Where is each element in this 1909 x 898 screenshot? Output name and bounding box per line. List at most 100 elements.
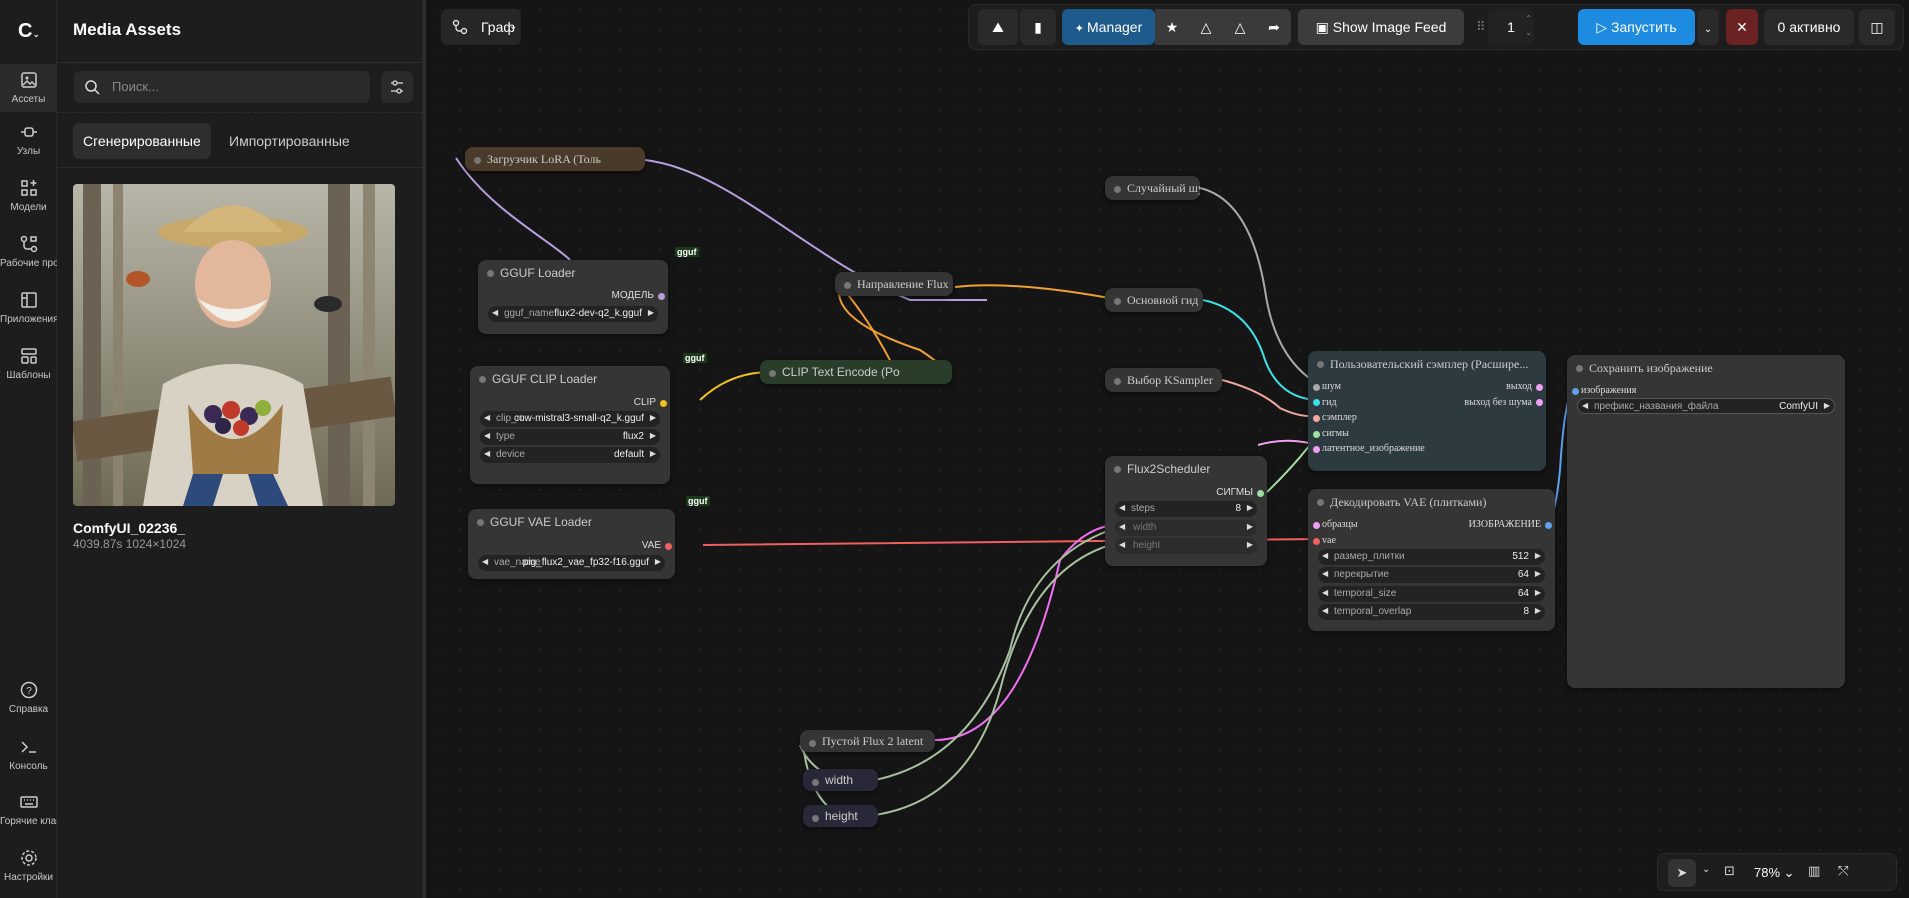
run-options-button[interactable]: ⌄ bbox=[1697, 9, 1719, 45]
bookmark-button[interactable]: ▮ bbox=[1020, 9, 1056, 45]
sidebar-item-assets[interactable]: Ассеты bbox=[0, 64, 57, 112]
node-width[interactable]: width bbox=[803, 769, 878, 791]
star-button[interactable]: ★ bbox=[1155, 9, 1189, 45]
manager-tool-b[interactable]: △ bbox=[1223, 9, 1257, 45]
widget-height[interactable]: height bbox=[1115, 538, 1257, 554]
widget-vae-name[interactable]: vae_namepig_flux2_vae_fp32-f16.gguf bbox=[478, 555, 665, 571]
node-gguf-loader[interactable]: GGUF Loader МОДЕЛЬ gguf_nameflux2-dev-q2… bbox=[478, 260, 668, 334]
show-image-feed-button[interactable]: ▣ Show Image Feed bbox=[1298, 9, 1464, 45]
manager-tool-a[interactable]: △ bbox=[1189, 9, 1223, 45]
widget-overlap[interactable]: перекрытие64 bbox=[1318, 567, 1545, 583]
widget-width[interactable]: width bbox=[1115, 520, 1257, 536]
node-random-noise[interactable]: Случайный шум bbox=[1105, 176, 1200, 200]
widget-temporal-overlap[interactable]: temporal_overlap8 bbox=[1318, 604, 1545, 620]
star-icon: ★ bbox=[1165, 19, 1179, 35]
node-basic-guider[interactable]: Основной гид bbox=[1105, 288, 1203, 312]
node-clip-text-encode[interactable]: CLIP Text Encode (Po bbox=[760, 360, 952, 384]
search-input[interactable]: Поиск... bbox=[74, 71, 370, 103]
minimap-button[interactable]: ▥ bbox=[1808, 863, 1820, 879]
batch-count: 1 bbox=[1507, 19, 1515, 35]
tab-imported[interactable]: Импортированные bbox=[219, 123, 360, 159]
widget-gguf-name[interactable]: gguf_nameflux2-dev-q2_k.gguf bbox=[488, 306, 658, 322]
select-tool-button[interactable]: ➤ bbox=[1668, 859, 1696, 887]
node-custom-sampler[interactable]: Пользовательский сэмплер (Расширe... шум… bbox=[1308, 351, 1546, 471]
models-icon bbox=[20, 180, 37, 196]
gguf-tag: gguf bbox=[675, 247, 699, 257]
keyboard-icon bbox=[19, 796, 38, 808]
node-height[interactable]: height bbox=[803, 805, 878, 827]
widget-steps[interactable]: steps8 bbox=[1115, 501, 1257, 517]
sidebar-item-templates[interactable]: Шаблоны bbox=[0, 346, 57, 381]
manager-label: Manager bbox=[1087, 19, 1143, 35]
link-visibility-button[interactable]: ⤲ bbox=[1838, 863, 1848, 879]
run-label: Запустить bbox=[1611, 19, 1677, 35]
sidebar-item-models[interactable]: Модели bbox=[0, 178, 57, 213]
widget-tile-size[interactable]: размер_плитки512 bbox=[1318, 549, 1545, 565]
input-samples: образцы bbox=[1322, 519, 1358, 530]
gguf-tag: gguf bbox=[683, 353, 707, 363]
sidebar-item-console[interactable]: Консоль bbox=[0, 737, 57, 772]
manager-button[interactable]: ✦ Manager bbox=[1062, 9, 1155, 45]
widget-type[interactable]: typeflux2 bbox=[480, 429, 660, 445]
gguf-tag: gguf bbox=[686, 496, 710, 506]
fit-view-button[interactable]: ⊡ bbox=[1724, 863, 1735, 879]
mountain-icon: ⛰ bbox=[992, 19, 1004, 35]
cancel-button[interactable]: ✕ bbox=[1726, 9, 1758, 45]
output-output: выход bbox=[1506, 381, 1532, 392]
graph-tab[interactable]: Граф ⌄ bbox=[441, 9, 521, 45]
widget-filename-prefix[interactable]: префикс_названия_файлаComfyUI bbox=[1577, 398, 1835, 414]
media-assets-panel: Media Assets Поиск... Сгенерированные Им… bbox=[57, 0, 426, 898]
node-flux-guidance[interactable]: Направление Flux bbox=[835, 272, 953, 296]
node-gguf-clip-loader[interactable]: GGUF CLIP Loader CLIP clip_n...cow-mistr… bbox=[470, 366, 670, 484]
asset-thumbnail[interactable] bbox=[73, 184, 395, 506]
panel-icon: ◫ bbox=[1870, 19, 1884, 35]
zoom-level[interactable]: 78% ⌄ bbox=[1754, 865, 1795, 881]
node-flux2-scheduler[interactable]: Flux2Scheduler СИГМЫ steps8 width height bbox=[1105, 456, 1267, 566]
node-ksampler-select[interactable]: Выбор KSampler bbox=[1105, 368, 1222, 392]
cursor-icon: ➤ bbox=[1676, 865, 1688, 880]
drag-handle-icon[interactable]: ⠿ bbox=[1476, 19, 1486, 35]
node-title: height bbox=[803, 805, 878, 827]
comfy-logo[interactable]: C⌄ bbox=[18, 20, 40, 43]
sidebar-item-help[interactable]: ? Справка bbox=[0, 680, 57, 715]
node-gguf-vae-loader[interactable]: GGUF VAE Loader VAE vae_namepig_flux2_va… bbox=[468, 509, 675, 579]
run-button[interactable]: ▷ Запустить bbox=[1578, 9, 1695, 45]
sliders-icon bbox=[391, 80, 403, 94]
sidebar-item-apps[interactable]: Приложения bbox=[0, 290, 57, 325]
tab-generated[interactable]: Сгенерированные bbox=[73, 123, 211, 159]
comfy-registry-button[interactable]: ⛰ bbox=[978, 9, 1018, 45]
node-title: CLIP Text Encode (Po bbox=[760, 360, 952, 384]
asset-meta: 4039.87s 1024×1024 bbox=[73, 537, 187, 551]
toggle-panel-button[interactable]: ◫ bbox=[1859, 9, 1895, 45]
node-vae-decode-tiled[interactable]: Декодировать VAE (плитками) образцы vae … bbox=[1308, 489, 1555, 631]
batch-count-input[interactable]: 1 ⌃ ⌄ bbox=[1488, 9, 1534, 45]
sidebar-item-shortcuts[interactable]: Горячие клавиши bbox=[0, 792, 57, 827]
filter-button[interactable] bbox=[381, 71, 413, 103]
sidebar-item-workflows[interactable]: Рабочие процессы bbox=[0, 234, 57, 269]
input-sigmas: сигмы bbox=[1322, 428, 1349, 439]
widget-clip-name[interactable]: clip_n...cow-mistral3-small-q2_k.gguf bbox=[480, 411, 660, 427]
widget-temporal-size[interactable]: temporal_size64 bbox=[1318, 586, 1545, 602]
gear-icon bbox=[20, 850, 37, 866]
sidebar-item-nodes[interactable]: Узлы bbox=[0, 122, 57, 157]
node-empty-flux2-latent[interactable]: Пустой Flux 2 latent bbox=[800, 730, 935, 752]
sidebar-label: Настройки bbox=[3, 872, 54, 883]
active-queue-button[interactable]: 0 активно bbox=[1764, 9, 1854, 45]
tool-dropdown[interactable]: ⌄ bbox=[1702, 864, 1710, 875]
output-denoised: выход без шума bbox=[1464, 397, 1532, 408]
sidebar-label: Приложения bbox=[0, 314, 57, 325]
widget-device[interactable]: devicedefault bbox=[480, 447, 660, 463]
node-lora-loader[interactable]: Загрузчик LoRA (Толь bbox=[465, 147, 645, 171]
output-vae: VAE bbox=[641, 540, 661, 551]
graph-canvas[interactable]: Граф ⌄ ⛰ ▮ ✦ Manager ★ △ △ ➦ ▣ Show Image… bbox=[430, 0, 1909, 898]
link-icon: ⤲ bbox=[1838, 863, 1849, 878]
sidebar-label: Горячие клавиши bbox=[0, 816, 57, 827]
share-button[interactable]: ➦ bbox=[1257, 9, 1291, 45]
node-title: Декодировать VAE (плитками) bbox=[1308, 489, 1555, 515]
sidebar-item-settings[interactable]: Настройки bbox=[0, 848, 57, 883]
node-title: Flux2Scheduler bbox=[1105, 456, 1267, 482]
node-save-image[interactable]: Сохранить изображение изображения префик… bbox=[1567, 355, 1845, 688]
focus-icon: ⊡ bbox=[1724, 863, 1735, 878]
workflow-icon bbox=[20, 235, 37, 253]
image-icon: ▣ bbox=[1315, 19, 1333, 35]
